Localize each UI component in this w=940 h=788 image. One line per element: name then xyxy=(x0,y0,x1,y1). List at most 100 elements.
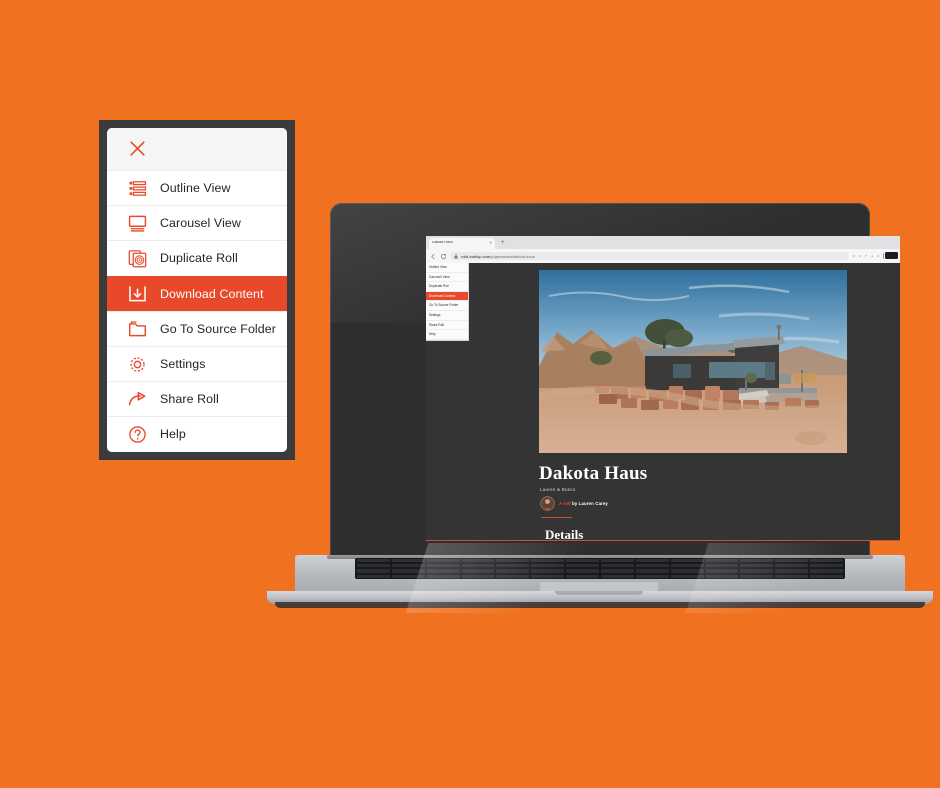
question-mark-icon xyxy=(129,426,146,443)
byline-accent: A roll xyxy=(559,501,571,506)
avatar-artwork xyxy=(541,497,554,510)
new-tab-button[interactable]: + xyxy=(501,238,505,249)
key xyxy=(357,564,390,568)
key xyxy=(705,569,739,573)
key xyxy=(775,564,809,568)
download-icon xyxy=(129,286,146,302)
key xyxy=(670,559,704,563)
key xyxy=(496,564,530,568)
menu-item-settings[interactable]: Settings xyxy=(107,345,287,382)
browser-chrome: Dakota Haus × + rolls.bublup.com /p/grea… xyxy=(426,236,900,263)
key xyxy=(461,564,495,568)
context-menu-list: Outline View Carousel View Duplicate Rol… xyxy=(107,170,287,452)
key xyxy=(391,569,425,573)
key xyxy=(531,574,565,578)
bookmark-icon[interactable] xyxy=(877,254,880,258)
key xyxy=(775,559,809,563)
address-bar[interactable]: rolls.bublup.com/p/greatroad/dakota-haus xyxy=(450,251,849,261)
folder-icon xyxy=(129,321,146,337)
laptop-lid: Dakota Haus × + rolls.bublup.com /p/grea… xyxy=(330,203,900,558)
menu-item-label: Help xyxy=(160,427,186,442)
key xyxy=(670,574,704,578)
page-menu-item[interactable]: Go To Source Folder xyxy=(426,301,468,311)
close-x-icon[interactable] xyxy=(128,139,147,158)
context-menu-frame: Outline View Carousel View Duplicate Rol… xyxy=(99,120,295,460)
key xyxy=(635,559,669,563)
key xyxy=(461,574,495,578)
key xyxy=(740,559,774,563)
page-menu-item[interactable]: Outline View xyxy=(426,263,468,273)
browser-toolbar: rolls.bublup.com/p/greatroad/dakota-haus xyxy=(426,249,900,263)
menu-item-outline-view[interactable]: Outline View xyxy=(107,170,287,206)
key xyxy=(740,564,774,568)
key xyxy=(635,564,669,568)
outline-view-icon xyxy=(129,180,147,196)
reload-icon[interactable] xyxy=(440,253,447,260)
laptop-screen: Dakota Haus × + rolls.bublup.com /p/grea… xyxy=(426,236,900,541)
menu-item-label: Outline View xyxy=(160,181,231,196)
menu-item-label: Carousel View xyxy=(160,216,241,231)
page-menu-item[interactable]: Settings xyxy=(426,311,468,321)
browser-tab-title: Dakota Haus xyxy=(432,241,453,245)
laptop-bottom-shadow xyxy=(275,602,925,608)
star-icon[interactable] xyxy=(858,254,862,258)
search-icon[interactable] xyxy=(852,254,856,258)
key xyxy=(635,569,669,573)
context-menu: Outline View Carousel View Duplicate Rol… xyxy=(107,128,287,452)
menu-item-duplicate-roll[interactable]: Duplicate Roll xyxy=(107,240,287,276)
page-title: Dakota Haus xyxy=(539,463,648,484)
menu-item-go-to-source-folder[interactable]: Go To Source Folder xyxy=(107,310,287,346)
page-menu-item-active[interactable]: Download Content xyxy=(426,291,468,302)
key xyxy=(601,559,634,563)
key xyxy=(566,564,600,568)
laptop-illustration: Dakota Haus × + rolls.bublup.com /p/grea… xyxy=(267,203,933,623)
key xyxy=(705,564,739,568)
page-subtitle: Lauren & Bosco xyxy=(540,487,576,492)
key xyxy=(496,559,530,563)
reading-list-icon[interactable] xyxy=(864,254,868,258)
share-arrow-icon xyxy=(128,391,146,406)
key xyxy=(357,574,390,578)
close-icon[interactable]: × xyxy=(489,240,492,246)
key xyxy=(426,559,460,563)
menu-item-download-content[interactable]: Download Content xyxy=(107,275,287,311)
lock-icon xyxy=(454,253,458,258)
key xyxy=(740,569,774,573)
key xyxy=(391,574,425,578)
key xyxy=(566,569,600,573)
camera-chip-icon xyxy=(885,252,898,259)
key xyxy=(426,569,460,573)
page-menu-item[interactable]: Help xyxy=(426,330,468,340)
menu-item-label: Download Content xyxy=(160,286,264,301)
hero-image-artwork xyxy=(539,270,847,453)
url-domain: rolls.bublup.com xyxy=(461,253,491,259)
carousel-view-icon xyxy=(128,215,147,232)
key xyxy=(531,569,565,573)
edit-icon[interactable] xyxy=(870,255,874,258)
page-menu-item[interactable]: Duplicate Roll xyxy=(426,282,468,292)
browser-tab-bar: Dakota Haus × + xyxy=(426,236,900,249)
key xyxy=(810,569,844,573)
byline-author: by Lauren Carey xyxy=(570,501,608,506)
key xyxy=(775,574,809,578)
key xyxy=(740,574,774,578)
menu-item-label: Settings xyxy=(160,357,206,372)
menu-item-help[interactable]: Help xyxy=(107,416,287,452)
browser-tab[interactable]: Dakota Haus × xyxy=(429,237,495,249)
key xyxy=(705,559,739,563)
key xyxy=(391,564,425,568)
avatar xyxy=(541,497,554,510)
page-menu-item[interactable]: Carousel View xyxy=(426,273,468,283)
page-menu-item[interactable]: Share Roll xyxy=(426,321,468,331)
key xyxy=(531,559,565,563)
menu-item-carousel-view[interactable]: Carousel View xyxy=(107,205,287,241)
url-path: /p/greatroad/dakota-haus xyxy=(490,253,535,259)
keyboard xyxy=(355,558,845,579)
screenshot-canvas: Dakota Haus × + rolls.bublup.com /p/grea… xyxy=(0,0,940,788)
key xyxy=(357,559,390,563)
menu-item-share-roll[interactable]: Share Roll xyxy=(107,381,287,417)
page-bottom-accent xyxy=(426,539,900,541)
key xyxy=(670,564,704,568)
back-arrow-icon[interactable] xyxy=(430,253,437,260)
key xyxy=(775,569,809,573)
